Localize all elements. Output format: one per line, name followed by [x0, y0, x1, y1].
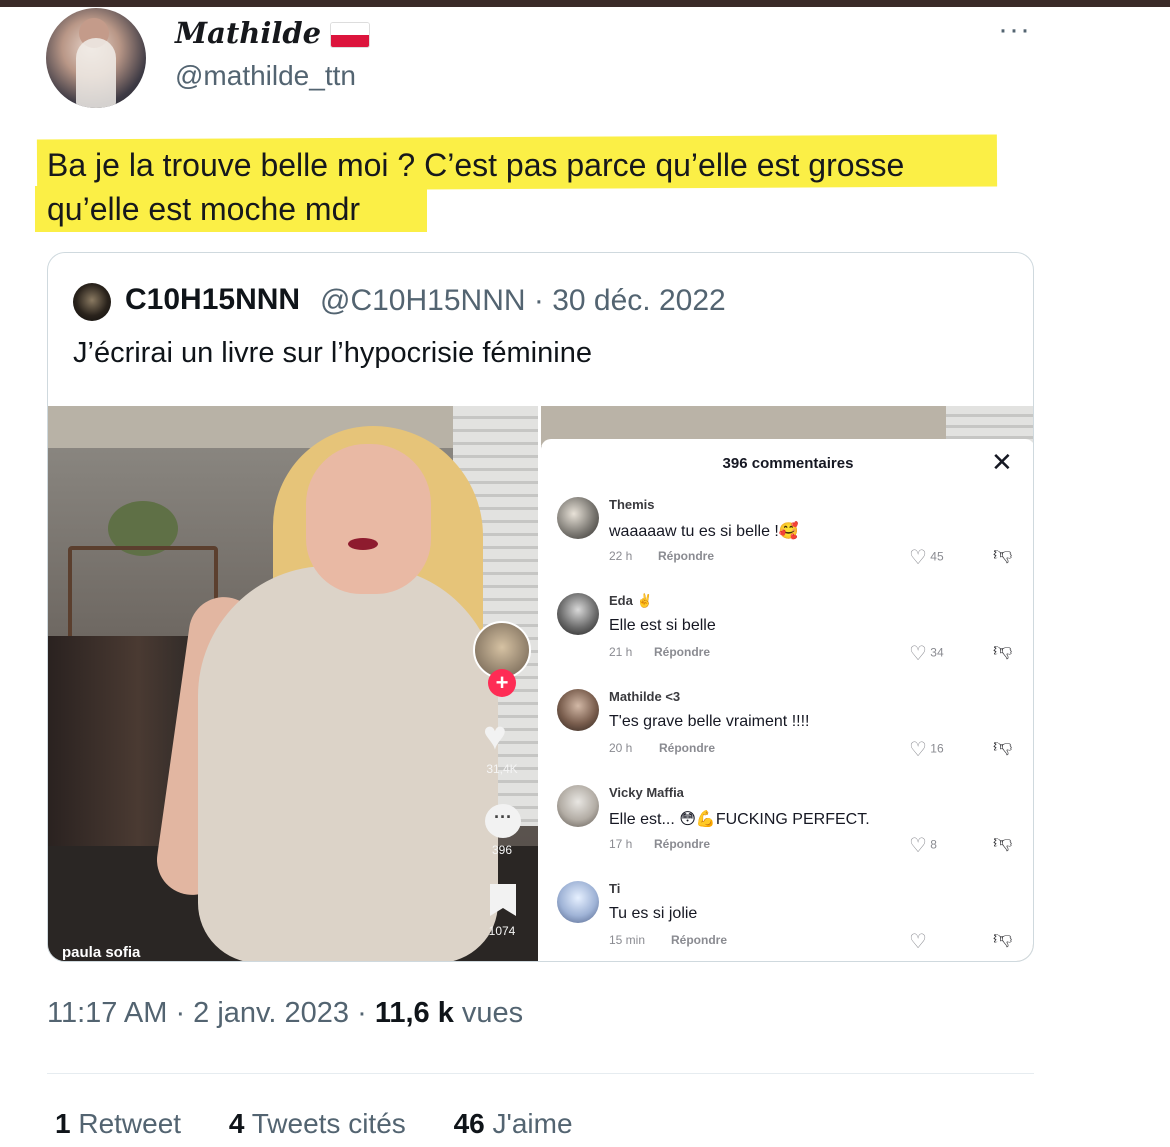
heart-outline-icon: ♡	[909, 739, 927, 761]
tweet-text-line: Ba je la trouve belle moi ? C’est pas pa…	[47, 147, 905, 183]
quoted-date[interactable]: 30 déc. 2022	[552, 284, 725, 317]
divider	[47, 1073, 1034, 1074]
comment-item: Vicky Maffia Elle est... 😳💪FUCKING PERFE…	[541, 782, 1033, 878]
author-name[interactable]: Mathilde	[175, 16, 321, 50]
quotes-count: 4	[228, 1108, 245, 1139]
tweet-text-line: qu’elle est moche mdr	[47, 191, 361, 227]
comment-likes-count: 8	[930, 837, 937, 852]
retweets-stat[interactable]: 1 Retweet	[55, 1108, 181, 1140]
comment-likes: ♡	[909, 929, 927, 954]
poland-flag-icon	[330, 22, 370, 48]
tweet-date[interactable]: 2 janv. 2023	[193, 997, 349, 1029]
heart-outline-icon: ♡	[909, 643, 927, 665]
retweets-label: Retweet	[78, 1108, 182, 1139]
comment-likes: ♡ 8	[909, 833, 937, 858]
saves-count: 1074	[488, 924, 516, 938]
comment-likes-count: 16	[930, 741, 944, 756]
commenter-name: Themis	[609, 497, 655, 512]
quoted-author-name[interactable]: C10H15NNN	[125, 283, 300, 317]
reply-label: Répondre	[671, 933, 728, 947]
quotes-label: Tweets cités	[251, 1108, 406, 1139]
quoted-author-handle: @C10H15NNN	[320, 284, 526, 317]
views-label: vues	[461, 997, 524, 1029]
likes-label: J'aime	[492, 1108, 573, 1139]
comment-text: waaaaaw tu es si belle !🥰	[609, 523, 799, 540]
comment-likes-count: 34	[930, 645, 944, 660]
reply-label: Répondre	[654, 837, 711, 851]
comment-item: Mathilde <3 T'es grave belle vraiment !!…	[541, 686, 1033, 782]
comment-item: Ti Tu es si jolie 15 min Répondre ♡ 👎︎	[541, 878, 1033, 961]
video-username: paula sofia	[62, 944, 141, 961]
views-count: 11,6 k	[374, 997, 454, 1029]
likes-stat[interactable]: 46 J'aime	[454, 1108, 573, 1140]
reply-label: Répondre	[654, 645, 711, 659]
reply-label: Répondre	[659, 741, 716, 755]
heart-outline-icon: ♡	[909, 931, 927, 953]
quote-tweets-stat[interactable]: 4 Tweets cités	[229, 1108, 406, 1140]
comment-time: 15 min	[609, 933, 646, 947]
quoted-author-handle-date: @C10H15NNN · 30 déc. 2022	[320, 284, 726, 318]
quoted-author-avatar[interactable]	[73, 283, 111, 321]
comment-text: Tu es si jolie	[609, 905, 698, 922]
comment-likes-count: 45	[930, 549, 944, 564]
commenter-avatar	[557, 497, 599, 539]
tiktok-video-image[interactable]: + ♥ 31,4K ··· 396 1074 paula sofia	[48, 406, 538, 961]
comment-likes: ♡ 45	[909, 545, 944, 570]
comment-time: 20 h	[609, 741, 633, 755]
thumbs-down-icon: 👎︎	[993, 832, 1013, 853]
tweet-meta: 11:17 AM · 2 janv. 2023 · 11,6 k vues	[47, 997, 524, 1029]
commenter-name: Vicky Maffia	[609, 785, 684, 800]
retweets-count: 1	[55, 1108, 71, 1139]
comment-text: T'es grave belle vraiment !!!!	[609, 713, 810, 730]
quoted-tweet-card[interactable]: C10H15NNN @C10H15NNN · 30 déc. 2022 J’éc…	[47, 252, 1034, 962]
comments-panel: 396 commentaires ✕ Themis waaaaaw tu es …	[541, 439, 1033, 961]
comment-time: 22 h	[609, 549, 633, 563]
comment-time: 21 h	[609, 645, 633, 659]
thumbs-down-icon: 👎︎	[993, 928, 1013, 949]
tweet-text: Ba je la trouve belle moi ? C’est pas pa…	[47, 143, 1037, 231]
thumbs-down-icon: 👎︎	[993, 544, 1013, 565]
more-options-icon[interactable]: ···	[998, 15, 1031, 45]
top-border	[0, 0, 1170, 7]
likes-count: 31,4K	[486, 762, 518, 776]
heart-outline-icon: ♡	[909, 547, 927, 569]
author-avatar[interactable]	[46, 8, 146, 108]
follow-plus-icon: +	[488, 669, 516, 697]
heart-icon: ♥	[483, 714, 507, 758]
commenter-avatar	[557, 593, 599, 635]
comments-panel-title: 396 commentaires	[722, 455, 854, 472]
comment-text: Elle est... 😳💪FUCKING PERFECT.	[609, 811, 870, 828]
quoted-text: J’écrirai un livre sur l’hypocrisie fémi…	[73, 337, 592, 369]
comments-count: 396	[491, 843, 513, 857]
comment-item: Themis waaaaaw tu es si belle !🥰 22 h Ré…	[541, 494, 1033, 590]
close-icon: ✕	[991, 447, 1013, 477]
commenter-name: Ti	[609, 881, 621, 896]
comment-likes: ♡ 16	[909, 737, 944, 762]
thumbs-down-icon: 👎︎	[993, 736, 1013, 757]
separator: ·	[533, 284, 544, 317]
tweet-time[interactable]: 11:17 AM	[47, 997, 167, 1029]
author-handle[interactable]: @mathilde_ttn	[175, 60, 356, 92]
commenter-name: Eda ✌️	[609, 593, 653, 608]
person	[198, 566, 498, 961]
engagement-stats: 1 Retweet 4 Tweets cités 46 J'aime	[55, 1108, 613, 1140]
commenter-avatar	[557, 689, 599, 731]
likes-count: 46	[453, 1108, 485, 1139]
comment-text: Elle est si belle	[609, 617, 716, 634]
comment-bubble-icon: ···	[485, 804, 521, 838]
comment-time: 17 h	[609, 837, 633, 851]
tiktok-comments-image[interactable]: 396 commentaires ✕ Themis waaaaaw tu es …	[541, 406, 1033, 961]
comment-likes: ♡ 34	[909, 641, 944, 666]
commenter-name: Mathilde <3	[609, 689, 681, 704]
commenter-avatar	[557, 785, 599, 827]
reply-label: Répondre	[658, 549, 715, 563]
commenter-avatar	[557, 881, 599, 923]
comment-item: Eda ✌️ Elle est si belle 21 h Répondre ♡…	[541, 590, 1033, 686]
thumbs-down-icon: 👎︎	[993, 640, 1013, 661]
heart-outline-icon: ♡	[909, 835, 927, 857]
